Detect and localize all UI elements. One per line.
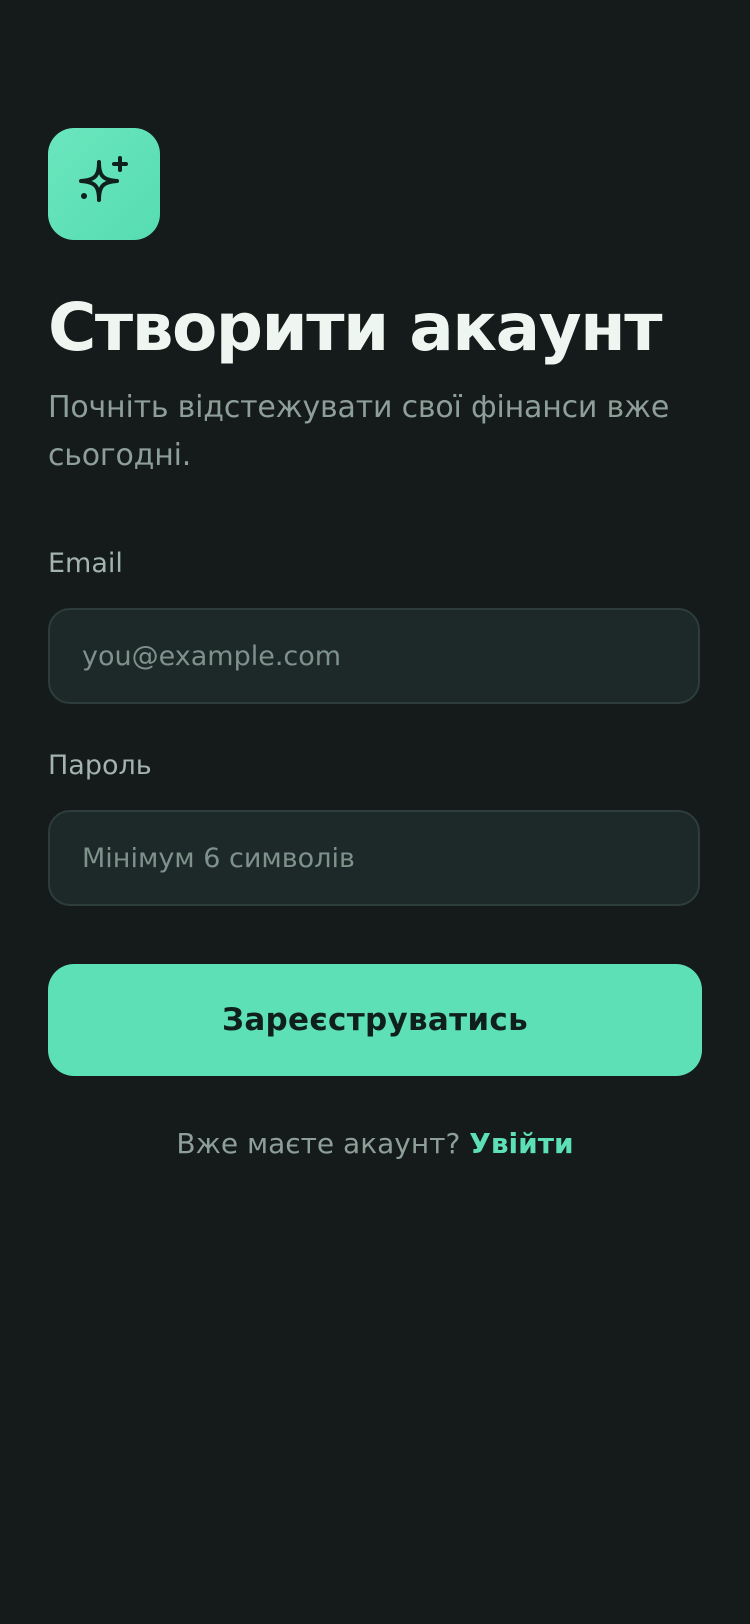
email-label: Email	[48, 548, 123, 579]
sparkles-icon	[79, 156, 128, 202]
app-logo	[48, 128, 160, 240]
login-prompt-text: Вже маєте акаунт?	[176, 1127, 461, 1160]
login-link[interactable]: Увійти	[469, 1127, 573, 1160]
email-input[interactable]	[48, 608, 700, 704]
password-label: Пароль	[48, 750, 152, 781]
signup-button[interactable]: Зареєструватись	[48, 964, 702, 1076]
password-input[interactable]	[48, 810, 700, 906]
login-prompt: Вже маєте акаунт? Увійти	[0, 1122, 750, 1166]
page-subtitle: Почніть відстежувати свої фінанси вже сь…	[48, 390, 670, 473]
signup-screen: Створити акаунт Почніть відстежувати сво…	[0, 0, 750, 1624]
page-title: Створити акаунт	[48, 289, 663, 366]
